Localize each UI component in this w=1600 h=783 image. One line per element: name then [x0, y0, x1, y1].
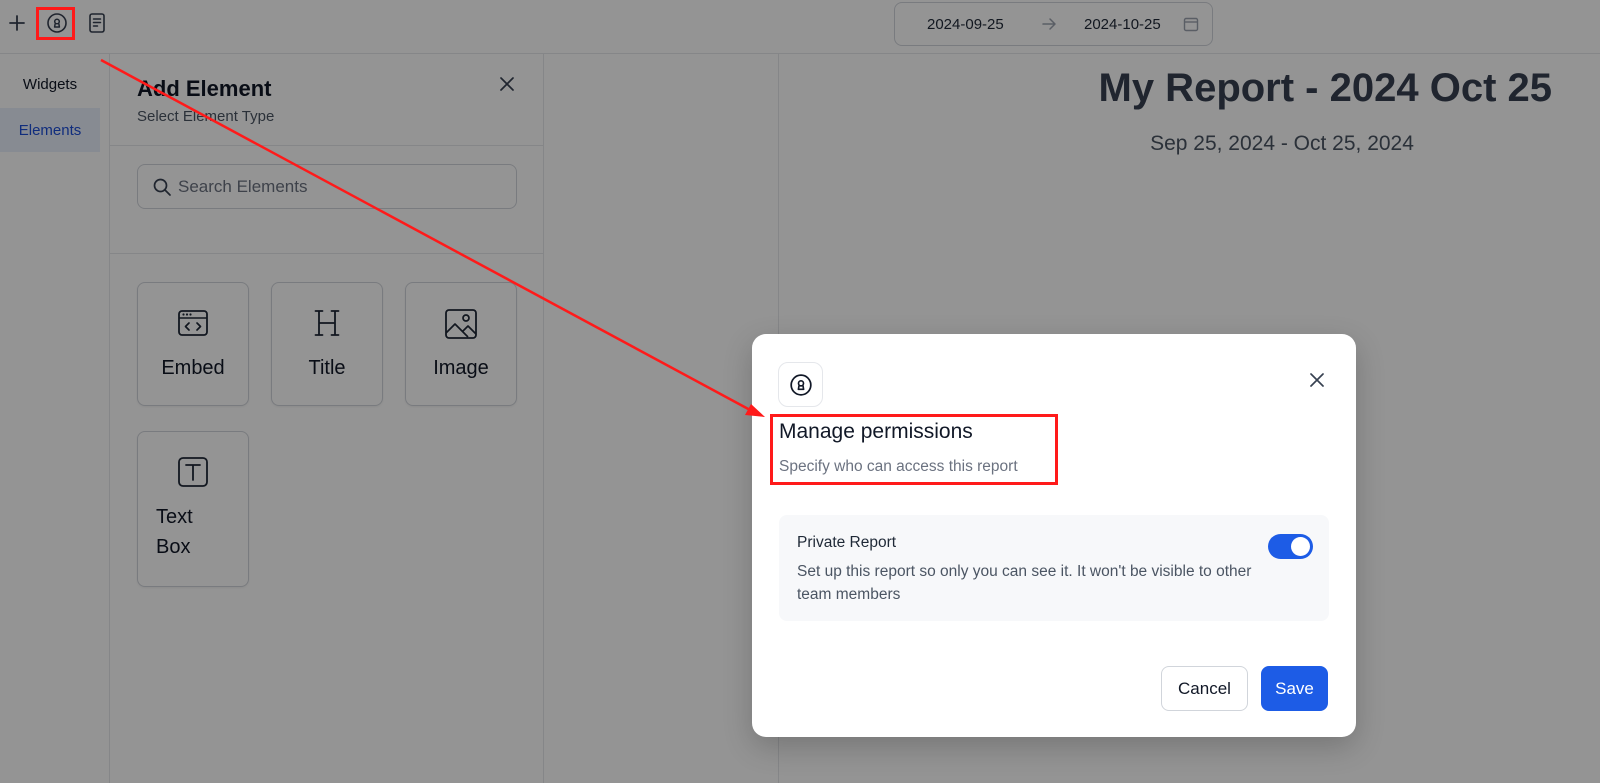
toggle-knob: [1291, 537, 1310, 556]
cancel-button[interactable]: Cancel: [1161, 666, 1248, 711]
lock-icon: [778, 362, 823, 407]
setting-description: Set up this report so only you can see i…: [797, 563, 1252, 603]
close-icon[interactable]: [1306, 369, 1328, 391]
annotation-highlight-lock: [36, 7, 75, 40]
save-button[interactable]: Save: [1261, 666, 1328, 711]
private-report-toggle[interactable]: [1268, 534, 1313, 559]
annotation-highlight-title: [770, 414, 1058, 485]
app-root: 2024-09-25 2024-10-25 Widgets Elements A…: [0, 0, 1600, 783]
setting-title: Private Report: [797, 534, 897, 551]
private-report-setting: Private Report Set up this report so onl…: [779, 515, 1329, 621]
manage-permissions-dialog: Manage permissions Specify who can acces…: [752, 334, 1356, 737]
